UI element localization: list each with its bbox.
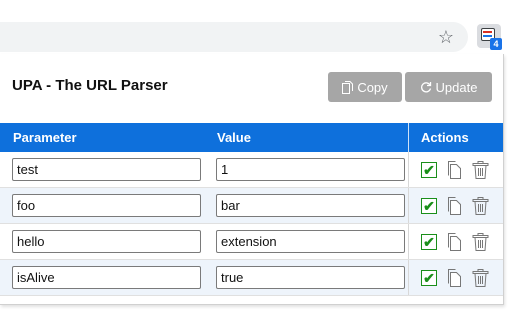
document-copy-icon[interactable] <box>446 197 463 215</box>
header-parameter: Parameter <box>13 130 77 145</box>
trash-icon[interactable] <box>472 269 489 287</box>
extension-popup: UPA - The URL Parser Copy Update Paramet… <box>0 54 504 305</box>
column-divider <box>408 260 409 295</box>
popup-title: UPA - The URL Parser <box>12 77 168 94</box>
refresh-icon <box>420 82 431 93</box>
table-row: ✔ <box>0 188 503 224</box>
trash-icon[interactable] <box>472 197 489 215</box>
column-divider <box>408 188 409 223</box>
value-input[interactable] <box>216 158 405 181</box>
checkbox-icon[interactable]: ✔ <box>421 162 437 178</box>
browser-toolbar: ☆ 4 <box>0 0 512 54</box>
update-button[interactable]: Update <box>405 72 492 102</box>
parameters-table: Parameter Value Actions ✔ <box>0 123 503 296</box>
copy-button[interactable]: Copy <box>328 72 402 102</box>
table-header: Parameter Value Actions <box>0 123 503 152</box>
table-row: ✔ <box>0 224 503 260</box>
table-row: ✔ <box>0 152 503 188</box>
value-input[interactable] <box>216 194 405 217</box>
extension-button[interactable]: 4 <box>477 24 502 50</box>
extension-badge: 4 <box>490 38 502 50</box>
checkbox-icon[interactable]: ✔ <box>421 234 437 250</box>
header-value: Value <box>217 130 251 145</box>
address-bar[interactable] <box>0 22 468 52</box>
trash-icon[interactable] <box>472 233 489 251</box>
copy-button-label: Copy <box>357 79 388 95</box>
value-input[interactable] <box>216 230 405 253</box>
column-divider <box>408 152 409 187</box>
header-divider <box>408 123 409 152</box>
parameter-input[interactable] <box>12 230 201 253</box>
table-row: ✔ <box>0 260 503 296</box>
parameter-input[interactable] <box>12 194 201 217</box>
column-divider <box>408 224 409 259</box>
document-copy-icon[interactable] <box>446 269 463 287</box>
parameter-input[interactable] <box>12 266 201 289</box>
checkbox-icon[interactable]: ✔ <box>421 198 437 214</box>
header-actions: Actions <box>421 130 469 145</box>
copy-icon <box>342 80 354 94</box>
checkbox-icon[interactable]: ✔ <box>421 270 437 286</box>
parameter-input[interactable] <box>12 158 201 181</box>
value-input[interactable] <box>216 266 405 289</box>
document-copy-icon[interactable] <box>446 161 463 179</box>
star-icon[interactable]: ☆ <box>436 27 456 47</box>
document-copy-icon[interactable] <box>446 233 463 251</box>
update-button-label: Update <box>435 79 478 95</box>
trash-icon[interactable] <box>472 161 489 179</box>
